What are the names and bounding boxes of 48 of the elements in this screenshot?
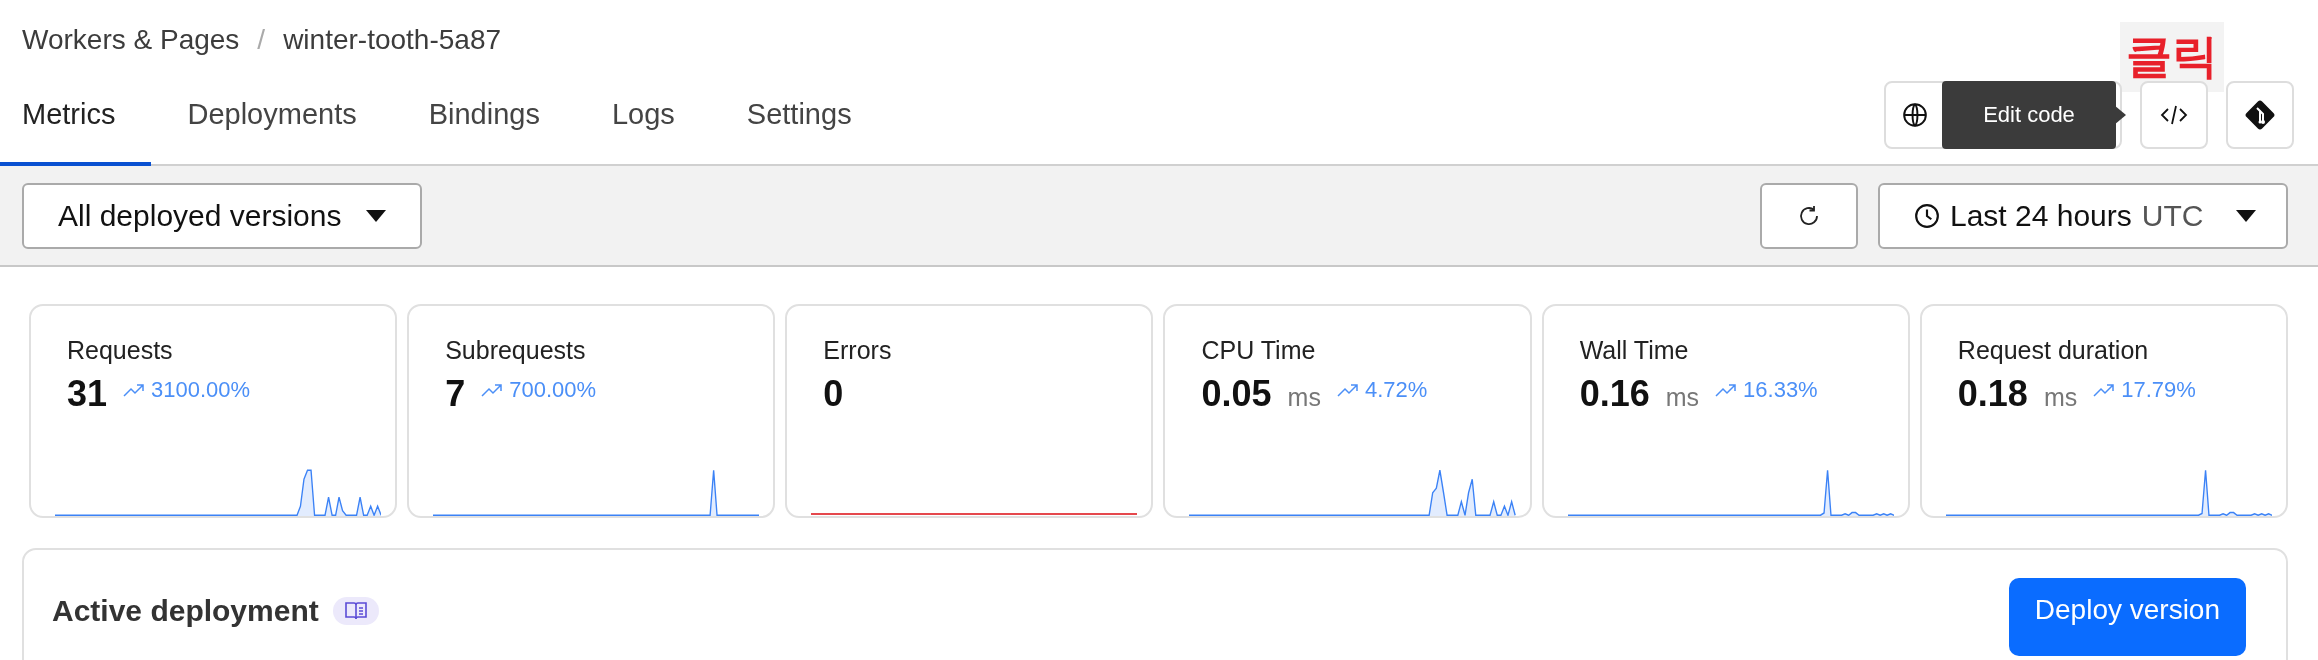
- metric-change: 3100.00%: [123, 377, 251, 403]
- tab[interactable]: Logs: [575, 66, 711, 166]
- metric-unit: ms: [1287, 383, 1321, 412]
- globe-icon: [1902, 102, 1928, 128]
- metric-change: 17.79%: [2093, 377, 2196, 403]
- code-button[interactable]: [2140, 81, 2208, 149]
- metric-title: Subrequests: [444, 336, 587, 365]
- metric-unit: ms: [2043, 383, 2078, 412]
- version-dropdown[interactable]: All deployed versions: [22, 182, 422, 249]
- metric-value: 0: [823, 373, 844, 415]
- metric-value: 31: [67, 373, 108, 415]
- metric-title: Requests: [66, 336, 174, 365]
- metric-title: Request duration: [1956, 336, 2150, 365]
- tab[interactable]: Settings: [710, 66, 888, 166]
- book-icon: [344, 601, 367, 621]
- trend-up-icon: [481, 383, 504, 397]
- refresh-icon: [1797, 203, 1821, 228]
- code-icon: [2160, 104, 2188, 126]
- metric-value: 0.16: [1579, 373, 1650, 415]
- breadcrumb-link[interactable]: Workers & Pages: [22, 24, 240, 56]
- tab[interactable]: Deployments: [151, 66, 393, 166]
- trend-up-icon: [123, 383, 146, 397]
- caret-icon: [365, 209, 386, 222]
- clock-icon: [1914, 202, 1940, 229]
- tab[interactable]: Bindings: [392, 66, 576, 166]
- metric-change: 16.33%: [1715, 377, 1818, 403]
- breadcrumb-separator: /: [257, 24, 266, 56]
- metric-value: 0.18: [1957, 373, 2028, 415]
- metric-value: 7: [445, 373, 466, 415]
- metric-change: 700.00%: [481, 377, 597, 403]
- trend-up-icon: [1336, 383, 1359, 397]
- time-range-dropdown[interactable]: Last 24 hours UTC: [1878, 182, 2288, 249]
- docs-badge[interactable]: [332, 597, 379, 625]
- trend-up-icon: [1715, 383, 1738, 397]
- metric-title: Errors: [822, 336, 893, 365]
- metric-change: 4.72%: [1336, 377, 1428, 403]
- section-heading: Active deployment: [52, 594, 319, 628]
- caret-icon: [2236, 209, 2256, 222]
- git-button[interactable]: [2226, 81, 2294, 149]
- metric-value: 0.05: [1201, 373, 1272, 415]
- tooltip-arrow-icon: [2114, 105, 2126, 125]
- metric-unit: ms: [1665, 383, 1700, 412]
- breadcrumb-current: winter-tooth-5a87: [283, 24, 502, 56]
- metric-title: Wall Time: [1578, 336, 1690, 365]
- trend-up-icon: [2093, 383, 2116, 397]
- tooltip: Edit code: [1942, 81, 2116, 149]
- deploy-button[interactable]: Deploy version: [2008, 578, 2246, 656]
- metric-title: CPU Time: [1200, 336, 1317, 365]
